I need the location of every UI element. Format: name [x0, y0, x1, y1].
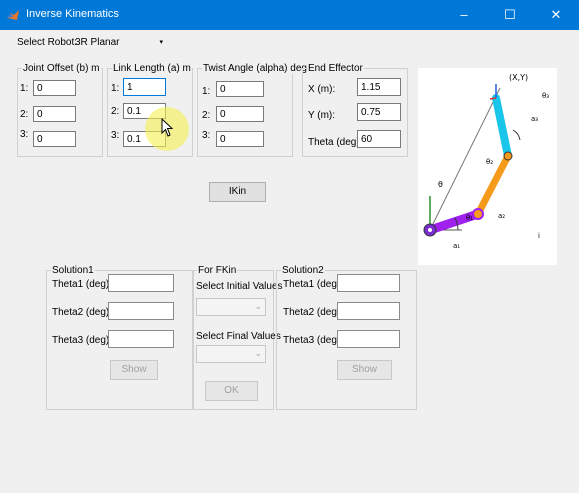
- link-length-title: Link Length (a) m: [112, 63, 192, 74]
- twist-angle-label-1: 1:: [202, 86, 211, 97]
- select-robot-label: Select Robot:: [17, 37, 78, 48]
- close-button[interactable]: ✕: [533, 0, 579, 30]
- window-title: Inverse Kinematics: [26, 8, 119, 20]
- twist-angle-label-2: 2:: [202, 110, 211, 121]
- fkin-final-select[interactable]: ⌄: [196, 345, 266, 363]
- joint-offset-label-2: 2:: [20, 109, 29, 120]
- maximize-button[interactable]: ☐: [487, 0, 533, 30]
- solution2-theta2-label: Theta2 (deg):: [283, 307, 344, 318]
- chevron-down-icon: ⌄: [254, 301, 262, 311]
- diagram-theta2-label: θ₂: [486, 158, 493, 166]
- joint-offset-input-2[interactable]: 0: [33, 106, 76, 122]
- solution1-show-button[interactable]: Show: [110, 360, 158, 380]
- minimize-button[interactable]: –: [441, 0, 487, 30]
- end-effector-title: End Effector: [307, 63, 364, 74]
- solution2-theta2-output[interactable]: [337, 302, 400, 320]
- diagram-theta1-label: θ₁: [466, 214, 473, 222]
- link-length-label-1: 1:: [111, 83, 120, 94]
- three-link-arm-illustration: (X,Y) θ θ₁ θ₂ θ₃ a₁ a₂ a₃ i: [423, 73, 549, 250]
- joint-offset-label-1: 1:: [20, 83, 29, 94]
- solution2-show-button[interactable]: Show: [337, 360, 392, 380]
- title-bar: Inverse Kinematics – ☐ ✕: [0, 0, 579, 30]
- twist-angle-input-2[interactable]: 0: [216, 106, 264, 122]
- diagram-a3-label: a₃: [531, 115, 538, 123]
- diagram-theta-label: θ: [438, 180, 443, 189]
- solution2-theta1-output[interactable]: [337, 274, 400, 292]
- diagram-xy-label: (X,Y): [509, 73, 528, 82]
- link-length-label-2: 2:: [111, 106, 120, 117]
- solution2-title: Solution2: [281, 265, 325, 276]
- joint-offset-input-1[interactable]: 0: [33, 80, 76, 96]
- end-effector-y-label: Y (m):: [308, 110, 336, 121]
- solution1-theta1-label: Theta1 (deg):: [52, 279, 113, 290]
- solution1-theta3-output[interactable]: [108, 330, 174, 348]
- solution2-theta1-label: Theta1 (deg):: [283, 279, 344, 290]
- twist-angle-label-3: 3:: [202, 130, 211, 141]
- joint-offset-input-3[interactable]: 0: [33, 131, 76, 147]
- twist-angle-input-3[interactable]: 0: [216, 131, 264, 147]
- solution2-theta3-label: Theta3 (deg):: [283, 335, 344, 346]
- fkin-initial-label: Select Initial Values: [196, 281, 283, 292]
- robot-select-value: 3R Planar: [75, 37, 120, 48]
- joint-offset-title: Joint Offset (b) m: [22, 63, 101, 74]
- matlab-app-icon: [7, 10, 19, 20]
- ikin-button[interactable]: IKin: [209, 182, 266, 202]
- twist-angle-input-1[interactable]: 0: [216, 81, 264, 97]
- chevron-down-icon: ⌄: [254, 348, 262, 358]
- mouse-pointer-icon: [161, 118, 174, 137]
- end-effector-x-input[interactable]: 1.15: [357, 78, 401, 96]
- fkin-ok-button[interactable]: OK: [205, 381, 258, 401]
- end-effector-theta-input[interactable]: 60: [357, 130, 401, 148]
- fkin-final-label: Select Final Values: [196, 331, 281, 342]
- link-length-label-3: 3:: [111, 130, 120, 141]
- end-effector-y-input[interactable]: 0.75: [357, 103, 401, 121]
- solution1-theta2-output[interactable]: [108, 302, 174, 320]
- twist-angle-title: Twist Angle (alpha) deg: [202, 63, 308, 74]
- end-effector-x-label: X (m):: [308, 84, 336, 95]
- solution1-theta1-output[interactable]: [108, 274, 174, 292]
- solution1-theta3-label: Theta3 (deg):: [52, 335, 113, 346]
- fkin-title: For FKin: [197, 265, 238, 276]
- chevron-down-icon: ▾: [159, 39, 163, 46]
- solution1-theta2-label: Theta2 (deg):: [52, 307, 113, 318]
- solution2-theta3-output[interactable]: [337, 330, 400, 348]
- solution1-title: Solution1: [51, 265, 95, 276]
- diagram-i-label: i: [538, 232, 540, 240]
- robot-select[interactable]: 3R Planar ▾: [75, 35, 167, 51]
- diagram-a1-label: a₁: [453, 242, 460, 250]
- inverse-kinematics-window: Inverse Kinematics – ☐ ✕ Select Robot: 3…: [0, 0, 579, 493]
- fkin-initial-select[interactable]: ⌄: [196, 298, 266, 316]
- link-length-input-1[interactable]: 1: [123, 78, 166, 96]
- robot-arm-diagram: (X,Y) θ θ₁ θ₂ θ₃ a₁ a₂ a₃ i: [418, 68, 557, 265]
- diagram-a2-label: a₂: [498, 212, 505, 220]
- end-effector-theta-label: Theta (deg):: [308, 137, 363, 148]
- joint-offset-label-3: 3:: [20, 129, 29, 140]
- diagram-theta3-label: θ₃: [542, 92, 549, 100]
